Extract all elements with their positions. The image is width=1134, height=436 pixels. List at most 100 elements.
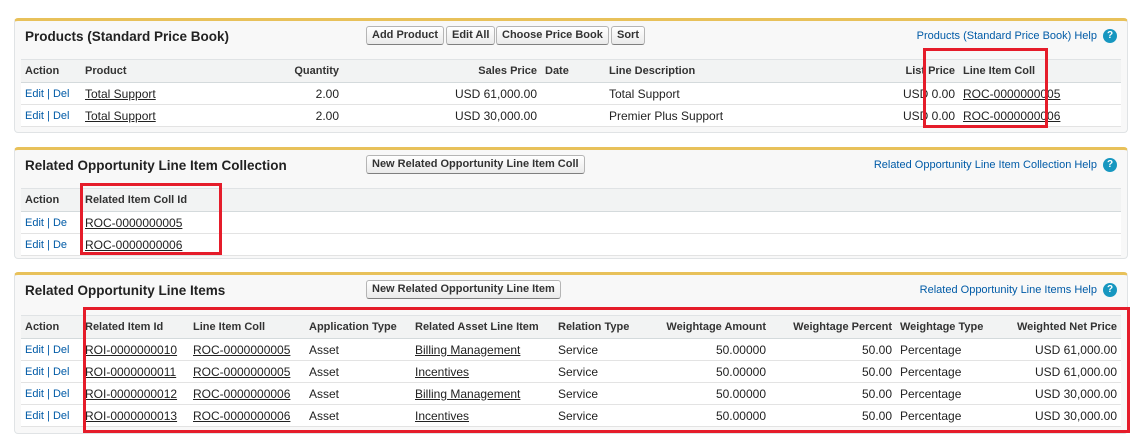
edit-link[interactable]: Edit xyxy=(25,239,44,251)
row-actions: Edit | Del xyxy=(21,360,81,383)
weightage-type-cell: Percentage xyxy=(896,360,1004,383)
sort-button[interactable]: Sort xyxy=(611,26,645,45)
related-asset-link[interactable]: Billing Management xyxy=(415,343,520,357)
list-price-cell: USD 0.00 xyxy=(873,82,959,105)
delete-link[interactable]: Del xyxy=(53,110,70,122)
line-item-coll-link[interactable]: ROC-0000000006 xyxy=(193,387,290,401)
edit-link[interactable]: Edit xyxy=(25,217,44,229)
delete-link[interactable]: Del xyxy=(53,88,70,100)
col-relation-type: Relation Type xyxy=(554,315,644,339)
sales-price-cell: USD 61,000.00 xyxy=(343,82,541,105)
col-related-item-id: Related Item Id xyxy=(81,315,189,339)
related-asset-link[interactable]: Incentives xyxy=(415,365,469,379)
weightage-type-cell: Percentage xyxy=(896,404,1004,427)
products-table: Action Product Quantity Sales Price Date… xyxy=(21,59,1121,127)
choose-price-book-button[interactable]: Choose Price Book xyxy=(496,26,609,45)
row-actions: Edit | De xyxy=(21,211,81,234)
col-action: Action xyxy=(21,315,81,339)
related-item-id-link[interactable]: ROI-0000000010 xyxy=(85,343,177,357)
related-asset-link[interactable]: Incentives xyxy=(415,409,469,423)
line-item-coll-cell: ROC-0000000006 xyxy=(189,404,305,427)
related-item-coll-cell: ROC-0000000006 xyxy=(81,233,1121,256)
product-link[interactable]: Total Support xyxy=(85,87,156,101)
new-line-item-button[interactable]: New Related Opportunity Line Item xyxy=(366,280,561,299)
line-item-coll-link[interactable]: ROC-0000000006 xyxy=(963,109,1060,123)
products-section: Products (Standard Price Book) Add Produ… xyxy=(14,18,1128,133)
delete-link[interactable]: Del xyxy=(53,366,70,378)
line-items-help-link[interactable]: Related Opportunity Line Items Help ? xyxy=(920,283,1117,297)
row-actions: Edit | De xyxy=(21,233,81,256)
col-line-description: Line Description xyxy=(605,59,873,83)
application-type-cell: Asset xyxy=(305,404,411,427)
edit-all-button[interactable]: Edit All xyxy=(446,26,496,45)
col-weightage-percent: Weightage Percent xyxy=(770,315,896,339)
table-header-row: Action Related Item Coll Id xyxy=(21,188,1121,212)
collection-help-link[interactable]: Related Opportunity Line Item Collection… xyxy=(874,158,1117,172)
application-type-cell: Asset xyxy=(305,382,411,405)
new-collection-button[interactable]: New Related Opportunity Line Item Coll xyxy=(366,155,585,174)
weightage-amount-cell: 50.00000 xyxy=(644,360,770,383)
collection-table: Action Related Item Coll Id Edit | De RO… xyxy=(21,188,1121,256)
line-description-cell: Total Support xyxy=(605,82,873,105)
delete-link[interactable]: De xyxy=(53,217,67,229)
row-actions: Edit | Del xyxy=(21,382,81,405)
line-item-coll-cell: ROC-0000000005 xyxy=(189,360,305,383)
row-actions: Edit | Del xyxy=(21,404,81,427)
col-action: Action xyxy=(21,59,81,83)
weightage-type-cell: Percentage xyxy=(896,382,1004,405)
product-cell: Total Support xyxy=(81,104,239,127)
related-item-coll-link[interactable]: ROC-0000000005 xyxy=(85,216,182,230)
line-item-coll-link[interactable]: ROC-0000000005 xyxy=(193,343,290,357)
edit-link[interactable]: Edit xyxy=(25,410,44,422)
help-icon: ? xyxy=(1103,283,1117,297)
line-item-coll-link[interactable]: ROC-0000000005 xyxy=(193,365,290,379)
products-header: Products (Standard Price Book) Add Produ… xyxy=(15,21,1127,51)
relation-type-cell: Service xyxy=(554,360,644,383)
application-type-cell: Asset xyxy=(305,360,411,383)
weightage-amount-cell: 50.00000 xyxy=(644,338,770,361)
row-actions: Edit | Del xyxy=(21,338,81,361)
col-line-item-coll: Line Item Coll xyxy=(189,315,305,339)
line-item-coll-link[interactable]: ROC-0000000005 xyxy=(963,87,1060,101)
edit-link[interactable]: Edit xyxy=(25,388,44,400)
related-item-id-cell: ROI-0000000013 xyxy=(81,404,189,427)
line-item-coll-cell: ROC-0000000005 xyxy=(189,338,305,361)
product-link[interactable]: Total Support xyxy=(85,109,156,123)
delete-link[interactable]: Del xyxy=(53,388,70,400)
line-items-header: Related Opportunity Line Items New Relat… xyxy=(15,275,1127,305)
line-item-coll-link[interactable]: ROC-0000000006 xyxy=(193,409,290,423)
edit-link[interactable]: Edit xyxy=(25,110,44,122)
product-cell: Total Support xyxy=(81,82,239,105)
delete-link[interactable]: De xyxy=(53,239,67,251)
quantity-cell: 2.00 xyxy=(239,104,343,127)
help-icon: ? xyxy=(1103,158,1117,172)
date-cell xyxy=(541,82,605,105)
related-item-id-link[interactable]: ROI-0000000011 xyxy=(85,365,176,379)
edit-link[interactable]: Edit xyxy=(25,366,44,378)
table-row: Edit | De ROC-0000000005 xyxy=(21,211,1121,234)
col-action: Action xyxy=(21,188,81,212)
line-items-table: Action Related Item Id Line Item Coll Ap… xyxy=(21,315,1121,427)
col-application-type: Application Type xyxy=(305,315,411,339)
col-related-item-coll-id: Related Item Coll Id xyxy=(81,188,1121,212)
delete-link[interactable]: Del xyxy=(53,410,70,422)
related-item-coll-link[interactable]: ROC-0000000006 xyxy=(85,238,182,252)
related-item-id-link[interactable]: ROI-0000000013 xyxy=(85,409,177,423)
related-item-id-link[interactable]: ROI-0000000012 xyxy=(85,387,177,401)
edit-link[interactable]: Edit xyxy=(25,88,44,100)
add-product-button[interactable]: Add Product xyxy=(366,26,444,45)
date-cell xyxy=(541,104,605,127)
table-header-row: Action Related Item Id Line Item Coll Ap… xyxy=(21,315,1121,339)
line-item-coll-cell: ROC-0000000006 xyxy=(959,104,1121,127)
collection-help-label: Related Opportunity Line Item Collection… xyxy=(873,159,1097,171)
products-help-link[interactable]: Products (Standard Price Book) Help ? xyxy=(917,29,1117,43)
sales-price-cell: USD 30,000.00 xyxy=(343,104,541,127)
edit-link[interactable]: Edit xyxy=(25,344,44,356)
relation-type-cell: Service xyxy=(554,382,644,405)
delete-link[interactable]: Del xyxy=(53,344,70,356)
weightage-type-cell: Percentage xyxy=(896,338,1004,361)
collection-title: Related Opportunity Line Item Collection xyxy=(25,158,287,173)
related-item-id-cell: ROI-0000000012 xyxy=(81,382,189,405)
related-asset-link[interactable]: Billing Management xyxy=(415,387,520,401)
weighted-net-price-cell: USD 61,000.00 xyxy=(1004,338,1121,361)
